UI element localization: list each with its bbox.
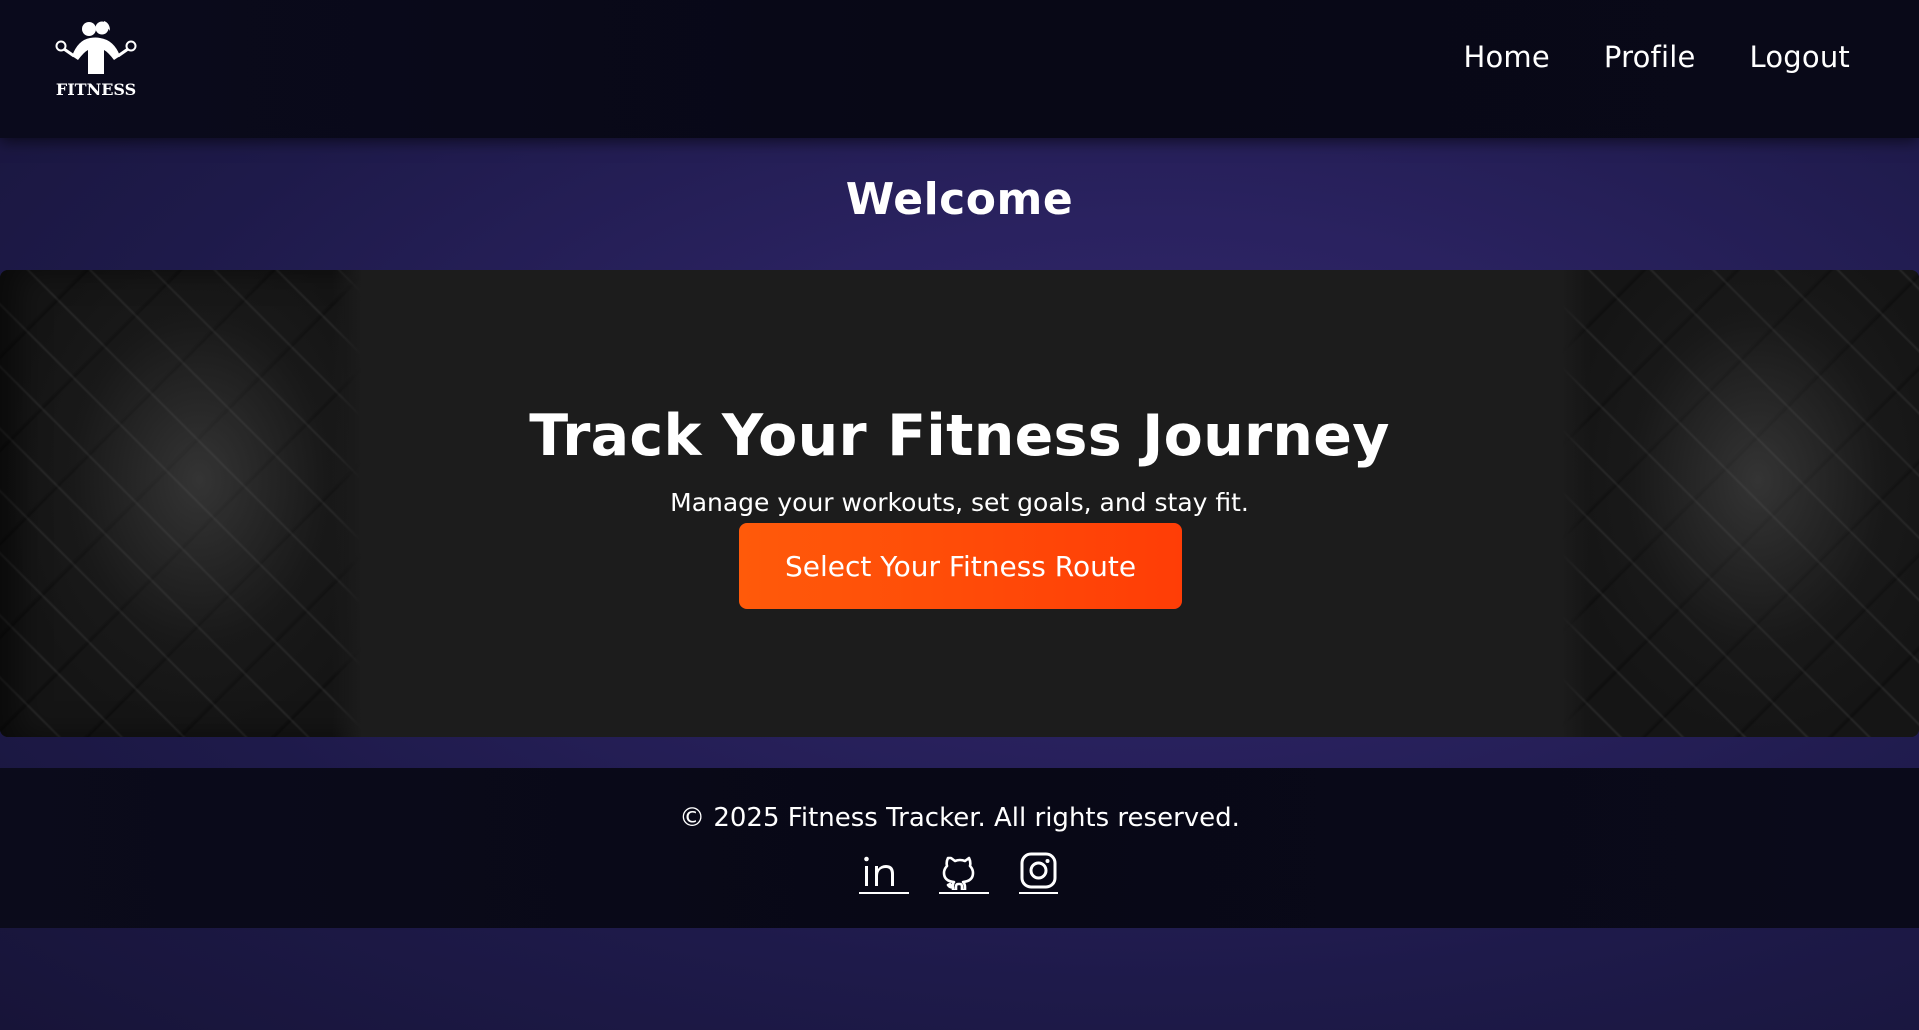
hero-title: Track Your Fitness Journey	[529, 403, 1390, 469]
main-nav: Home Profile Logout	[1463, 40, 1850, 74]
nav-home-link[interactable]: Home	[1463, 40, 1549, 74]
copyright-text: © 2025 Fitness Tracker. All rights reser…	[679, 803, 1240, 833]
nav-logout-link[interactable]: Logout	[1750, 40, 1851, 74]
footer: © 2025 Fitness Tracker. All rights reser…	[0, 768, 1919, 928]
select-fitness-route-button[interactable]: Select Your Fitness Route	[739, 523, 1182, 609]
nav-profile-link[interactable]: Profile	[1604, 40, 1696, 74]
hero-subtitle: Manage your workouts, set goals, and sta…	[670, 488, 1249, 517]
fitness-logo[interactable]: FITNESS	[54, 16, 138, 100]
instagram-icon	[1020, 852, 1057, 889]
social-links	[859, 850, 1058, 894]
navbar: FITNESS Home Profile Logout	[0, 0, 1919, 138]
github-icon	[942, 856, 975, 892]
github-link[interactable]	[939, 850, 989, 894]
instagram-link[interactable]	[1019, 850, 1058, 894]
linkedin-link[interactable]	[859, 850, 909, 894]
welcome-heading: Welcome	[845, 174, 1074, 225]
linkedin-icon	[864, 856, 894, 886]
svg-text:FITNESS: FITNESS	[56, 80, 136, 99]
